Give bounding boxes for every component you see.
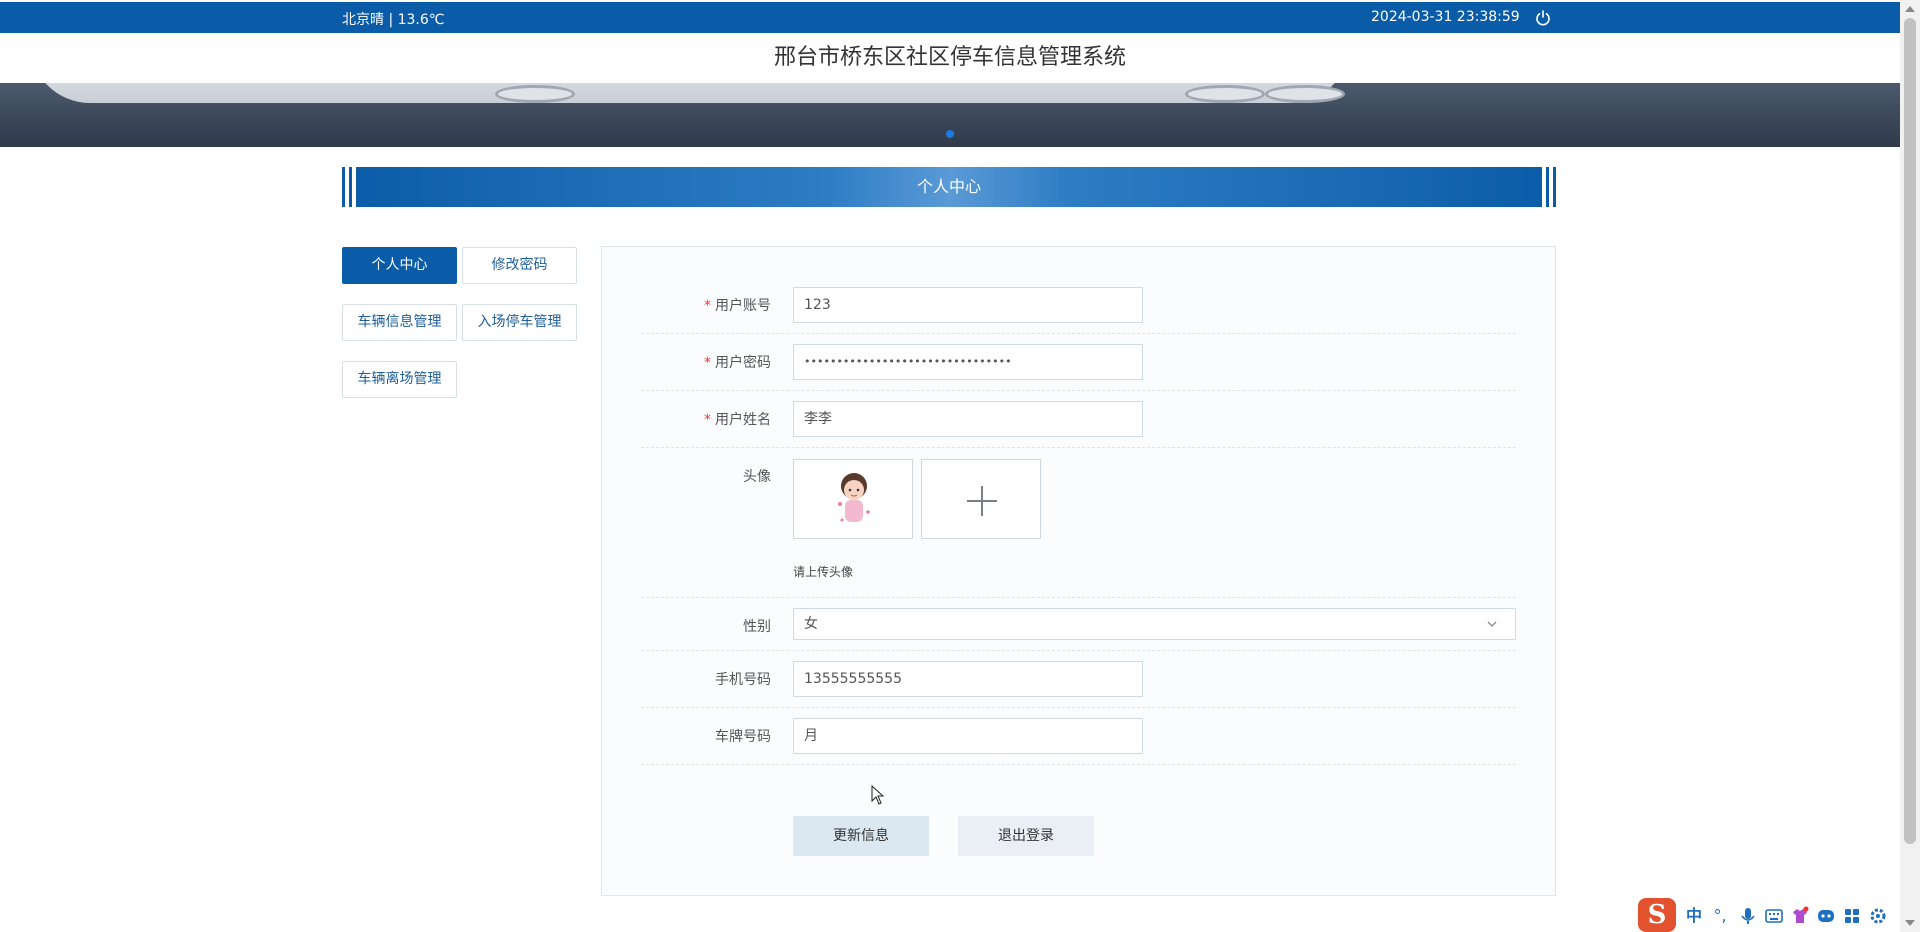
power-icon[interactable] [1535,10,1551,26]
mouse-cursor-icon [871,785,885,805]
form-row-gender: 性别 女 [641,598,1516,651]
site-title: 邢台市桥东区社区停车信息管理系统 [0,33,1900,83]
sidebar-item-change-password[interactable]: 修改密码 [462,247,577,284]
banner-car-image [30,83,1350,103]
avatar-image [838,473,870,522]
name-label-text: 用户姓名 [715,412,771,428]
avatar-hint: 请上传头像 [793,565,854,579]
keyboard-icon[interactable] [1764,906,1784,926]
avatar-label: 头像 [743,469,771,485]
sogou-logo-icon[interactable]: S [1638,898,1676,932]
account-label-text: 用户账号 [715,298,771,314]
datetime-text: 2024-03-31 23:38:59 [1371,9,1520,25]
section-title: 个人中心 [916,177,981,196]
form-row-avatar: 头像 请上传头像 [641,448,1516,598]
scroll-up-arrow-icon[interactable] [1905,6,1915,12]
emoji-icon[interactable] [1816,906,1836,926]
form-row-name: * 用户姓名 李李 [641,391,1516,448]
ime-toolbar: S 中 °, [1638,898,1920,932]
section-header: 个人中心 [342,167,1556,207]
ime-punct-toggle[interactable]: °, [1710,906,1730,926]
plus-icon [967,486,997,516]
update-info-button[interactable]: 更新信息 [793,816,929,856]
required-mark: * [704,298,711,314]
avatar-upload-button[interactable] [921,459,1041,539]
account-input[interactable]: 123 [793,287,1143,323]
toolbox-icon[interactable] [1842,906,1862,926]
password-label-text: 用户密码 [715,355,771,371]
phone-label: 手机号码 [715,672,771,688]
exhaust-shape [495,85,575,103]
name-input[interactable]: 李李 [793,401,1143,437]
required-mark: * [704,355,711,371]
sidebar-item-vehicle-exit[interactable]: 车辆离场管理 [342,361,457,398]
form-row-phone: 手机号码 13555555555 [641,651,1516,708]
exhaust-shape [1185,85,1265,103]
scrollbar-thumb[interactable] [1904,18,1916,844]
chevron-down-icon [1487,621,1497,627]
carousel-indicator[interactable] [946,130,954,138]
weather-text: 北京晴 | 13.6℃ [342,12,445,28]
name-label: * 用户姓名 [641,409,771,429]
header-decor [1542,167,1546,207]
logout-button[interactable]: 退出登录 [958,816,1094,856]
plate-label: 车牌号码 [715,729,771,745]
page-scrollbar[interactable] [1900,0,1920,932]
sidebar-item-vehicle-info[interactable]: 车辆信息管理 [342,304,457,341]
gender-selected-value: 女 [804,616,818,632]
exhaust-shape [1265,85,1345,103]
ime-mode-toggle[interactable]: 中 [1684,906,1704,926]
form-row-account: * 用户账号 123 [641,285,1516,334]
banner-carousel [0,83,1900,147]
avatar-preview[interactable] [793,459,913,539]
account-label: * 用户账号 [641,295,771,315]
sidebar-item-parking-entry[interactable]: 入场停车管理 [462,304,577,341]
password-label: * 用户密码 [641,352,771,372]
header-decor [352,167,356,207]
plate-input[interactable]: 月 [793,718,1143,754]
settings-gear-icon[interactable] [1868,906,1888,926]
gender-select[interactable]: 女 [793,608,1516,640]
required-mark: * [704,412,711,428]
microphone-icon[interactable] [1738,906,1758,926]
form-row-plate: 车牌号码 月 [641,708,1516,765]
phone-input[interactable]: 13555555555 [793,661,1143,697]
gender-label: 性别 [743,619,771,635]
password-input[interactable]: •••••••••••••••••••••••••••••••• [793,344,1143,380]
top-bar: 北京晴 | 13.6℃ 2024-03-31 23:38:59 [0,2,1900,33]
header-decor [1553,167,1556,207]
form-row-password: * 用户密码 •••••••••••••••••••••••••••••••• [641,334,1516,391]
skin-icon[interactable] [1790,906,1810,926]
sidebar-item-profile[interactable]: 个人中心 [342,247,457,284]
